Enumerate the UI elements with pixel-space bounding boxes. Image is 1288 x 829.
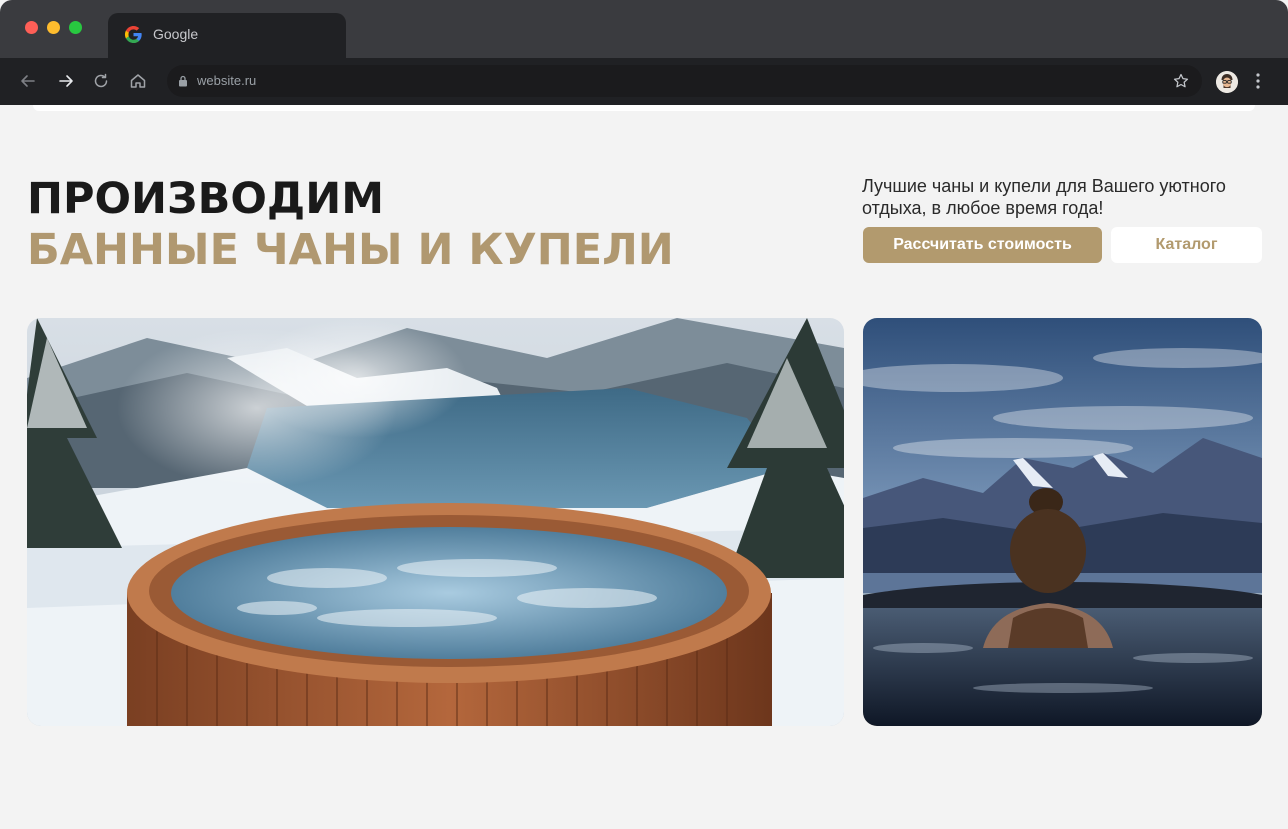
hero-photo-hot-tub <box>27 318 844 726</box>
catalog-button[interactable]: Каталог <box>1111 227 1262 263</box>
minimize-window-button[interactable] <box>47 21 60 34</box>
more-vertical-icon[interactable] <box>1250 71 1266 91</box>
calculate-price-button[interactable]: Рассчитать стоимость <box>863 227 1102 263</box>
arrow-left-icon[interactable] <box>18 71 38 91</box>
close-window-button[interactable] <box>25 21 38 34</box>
url-text: website.ru <box>197 73 257 88</box>
arrow-right-icon[interactable] <box>56 71 76 91</box>
maximize-window-button[interactable] <box>69 21 82 34</box>
browser-toolbar: website.ru <box>0 58 1288 105</box>
lock-icon <box>179 75 187 87</box>
browser-titlebar: Google <box>0 0 1288 58</box>
address-bar[interactable]: website.ru <box>167 65 1202 97</box>
header-bar-edge <box>33 105 1255 111</box>
headline-line-2: БАННЫЕ ЧАНЫ И КУПЕЛИ <box>27 225 674 275</box>
avatar[interactable] <box>1216 71 1238 93</box>
star-icon[interactable] <box>1172 72 1190 90</box>
google-icon <box>124 25 142 44</box>
tab-title: Google <box>153 26 199 42</box>
hero-tagline: Лучшие чаны и купели для Вашего уютного … <box>862 176 1226 218</box>
browser-tab[interactable]: Google <box>108 13 346 58</box>
home-icon[interactable] <box>128 71 148 91</box>
reload-icon[interactable] <box>91 71 111 91</box>
page-content: ПРОИЗВОДИМ БАННЫЕ ЧАНЫ И КУПЕЛИ Лучшие ч… <box>0 105 1288 829</box>
hero-photo-mountain-bath <box>863 318 1262 726</box>
headline-line-1: ПРОИЗВОДИМ <box>27 174 384 224</box>
hero-headline: ПРОИЗВОДИМ БАННЫЕ ЧАНЫ И КУПЕЛИ <box>27 174 674 276</box>
